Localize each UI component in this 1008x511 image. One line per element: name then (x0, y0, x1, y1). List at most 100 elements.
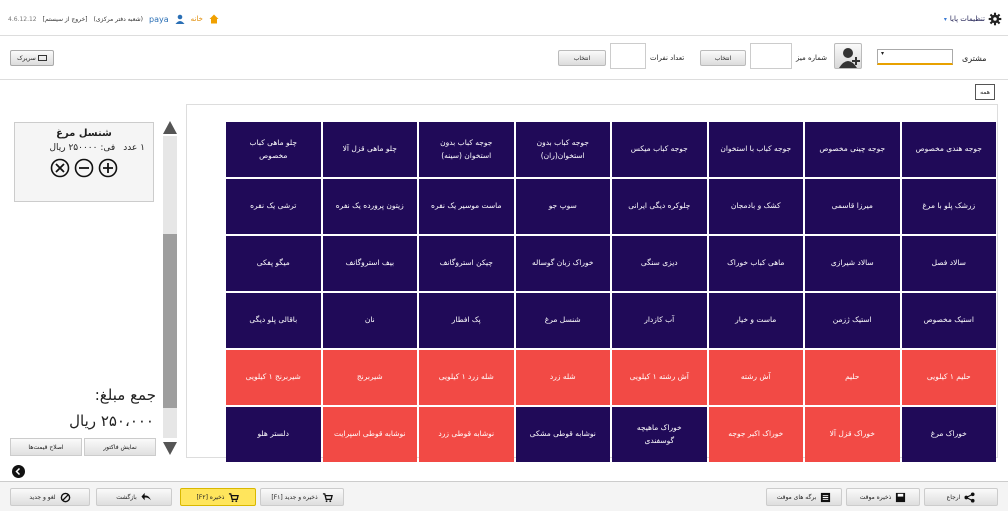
menu-item-tile[interactable]: خوراک قزل آلا (805, 407, 900, 462)
menu-item-tile[interactable]: سالاد فصل (901, 236, 996, 291)
menu-item-tile[interactable]: آب کازدار (612, 293, 707, 348)
back-arrow-icon (141, 492, 151, 500)
menu-item-tile[interactable]: شنسل مرغ (515, 293, 610, 348)
menu-item-tile[interactable]: حلیم (805, 350, 900, 405)
menu-item-tile[interactable]: جوجه چینی مخصوص (805, 122, 900, 177)
chevron-down-icon: ▾ (881, 50, 885, 57)
guests-count-input[interactable] (610, 43, 646, 69)
menu-item-tile[interactable]: باقالی پلو دیگی (226, 293, 321, 348)
menu-item-tile[interactable]: نوشابه قوطی زرد (419, 407, 514, 462)
cancel-and-new-button[interactable]: لغو و جدید (10, 488, 90, 506)
order-item-name: شنسل مرغ (56, 128, 112, 139)
menu-item-tile[interactable]: ماست موسیر یک نفره (419, 179, 514, 234)
menu-item-tile[interactable]: ماهی کباب خوراک (708, 236, 803, 291)
menu-item-tile[interactable]: زرشک پلو با مرغ (901, 179, 996, 234)
minus-icon[interactable] (74, 158, 94, 178)
menu-item-tile[interactable]: نوشابه قوطی مشکی (515, 407, 610, 462)
save-and-new-label: ذخیره و جدید [F۱] (271, 493, 318, 501)
menu-item-tile[interactable]: شیربرنج ۱ کیلویی (226, 350, 321, 405)
settings-link[interactable]: تنظیمات پایا (950, 15, 985, 23)
menu-item-tile[interactable]: دیزی سنگی (612, 236, 707, 291)
temp-slips-button[interactable]: برگه های موقت (766, 488, 842, 506)
menu-item-tile[interactable]: چلوکره دیگی ایرانی (612, 179, 707, 234)
menu-item-tile[interactable]: ماست و خیار (708, 293, 803, 348)
select-table-button[interactable]: انتخاب (700, 50, 746, 66)
save-and-new-button[interactable]: ذخیره و جدید [F۱] (260, 488, 344, 506)
menu-item-tile[interactable]: نوشابه قوطی اسپرایت (322, 407, 417, 462)
menu-item-tile[interactable]: خوراک زبان گوساله (515, 236, 610, 291)
save-icon (896, 492, 906, 502)
user-icon (175, 14, 185, 24)
order-item-qty: ۱ عدد (123, 143, 145, 153)
menu-item-tile[interactable]: حلیم ۱ کیلویی (901, 350, 996, 405)
menu-item-tile[interactable]: خوراک اکبر جوجه (708, 407, 803, 462)
bottom-toolbar: ارجاع ذخیره موقت برگه های موقت ذخیره و ج… (0, 481, 1008, 511)
table-number-label: شماره میز (796, 54, 828, 62)
remove-icon[interactable] (50, 158, 70, 178)
menu-item-tile[interactable]: جوجه کباب با استخوان (708, 122, 803, 177)
menu-item-tile[interactable]: چلو ماهی قزل آلا (322, 122, 417, 177)
menu-item-tile[interactable]: شله زرد ۱ کیلویی (419, 350, 514, 405)
show-invoice-button[interactable]: نمایش فاکتور (84, 438, 156, 456)
menu-item-tile[interactable]: جوجه کباب بدون استخوان(ران) (515, 122, 610, 177)
home-icon[interactable] (209, 14, 219, 24)
table-number-input[interactable] (750, 43, 792, 69)
menu-item-tile[interactable]: سوپ جو (515, 179, 610, 234)
menu-item-tile[interactable]: دلستر هلو (226, 407, 321, 462)
scrollbar-thumb[interactable] (163, 234, 177, 408)
collapse-circle-icon[interactable] (12, 465, 25, 478)
menu-item-tile[interactable]: جوجه کباب بدون استخوان (سینه) (419, 122, 514, 177)
menu-item-tile[interactable]: شیربرنج (322, 350, 417, 405)
menu-item-tile[interactable]: نان (322, 293, 417, 348)
add-customer-button[interactable] (834, 43, 862, 69)
save-button[interactable]: ذخیره [F۲] (180, 488, 256, 506)
cancel-and-new-label: لغو و جدید (29, 493, 56, 501)
menu-item-tile[interactable]: جوجه هندی مخصوص (901, 122, 996, 177)
menu-item-tile[interactable]: میرزا قاسمی (805, 179, 900, 234)
menu-item-tile[interactable]: سالاد شیرازی (805, 236, 900, 291)
total-value: ۲۵۰،۰۰۰ ریال (69, 412, 154, 430)
scroll-down-arrow-icon[interactable] (163, 442, 177, 455)
customer-select[interactable]: ▾ (877, 49, 953, 65)
quick-toggle-button[interactable]: سریرک (10, 50, 54, 66)
menu-item-tile[interactable]: کشک و بادمجان (708, 179, 803, 234)
select-guests-button[interactable]: انتخاب (558, 50, 606, 66)
order-item-card: شنسل مرغ ۱ عدد فی: ۲۵۰۰۰۰ ریال (14, 122, 154, 202)
user-name[interactable]: paya (149, 15, 169, 24)
refer-button[interactable]: ارجاع (924, 488, 998, 506)
fix-prices-button[interactable]: اصلاح قیمت‌ها (10, 438, 82, 456)
back-button[interactable]: بازگشت (96, 488, 172, 506)
settings-menu[interactable]: تنظیمات پایا ▾ (944, 12, 1002, 26)
total-label: جمع مبلغ: (94, 386, 156, 404)
user-strip: 4.6.12.12 [خروج از سیستم] (شعبه دفتر مرک… (8, 14, 219, 24)
menu-item-tile[interactable]: آش رشته (708, 350, 803, 405)
menu-item-tile[interactable]: خوراک مرغ (901, 407, 996, 462)
category-all-button[interactable]: همه (975, 84, 995, 100)
temp-slips-label: برگه های موقت (776, 493, 817, 501)
customer-label: مشتری (962, 54, 987, 63)
top-bar: تنظیمات پایا ▾ 4.6.12.12 [خروج از سیستم]… (0, 0, 1008, 36)
refresh-cart-icon (322, 492, 333, 502)
menu-item-tile[interactable]: چیکن استروگانف (419, 236, 514, 291)
save-label: ذخیره [F۲] (196, 493, 225, 501)
branch-label: (شعبه دفتر مرکزی) (93, 15, 144, 23)
temp-save-label: ذخیره موقت (859, 493, 892, 501)
scroll-up-arrow-icon[interactable] (163, 121, 177, 134)
version-label: 4.6.12.12 (8, 15, 37, 23)
plus-icon[interactable] (98, 158, 118, 178)
menu-item-tile[interactable]: بیف استروگانف (322, 236, 417, 291)
menu-item-tile[interactable]: جوجه کباب میکس (612, 122, 707, 177)
logout-link[interactable]: [خروج از سیستم] (43, 16, 88, 23)
menu-item-tile[interactable]: آش رشته ۱ کیلویی (612, 350, 707, 405)
menu-item-tile[interactable]: چلو ماهی کباب مخصوص (226, 122, 321, 177)
menu-item-tile[interactable]: استیک ژزمن (805, 293, 900, 348)
menu-item-tile[interactable]: استیک مخصوص (901, 293, 996, 348)
menu-item-tile[interactable]: زیتون پرورده یک نفره (322, 179, 417, 234)
menu-item-tile[interactable]: میگو پفکی (226, 236, 321, 291)
menu-item-tile[interactable]: خوراک ماهیچه گوسفندی (612, 407, 707, 462)
home-link[interactable]: خانه (191, 15, 203, 23)
menu-item-tile[interactable]: ترشی یک نفره (226, 179, 321, 234)
menu-item-tile[interactable]: شله زرد (515, 350, 610, 405)
menu-item-tile[interactable]: پک افطار (419, 293, 514, 348)
temp-save-button[interactable]: ذخیره موقت (846, 488, 920, 506)
